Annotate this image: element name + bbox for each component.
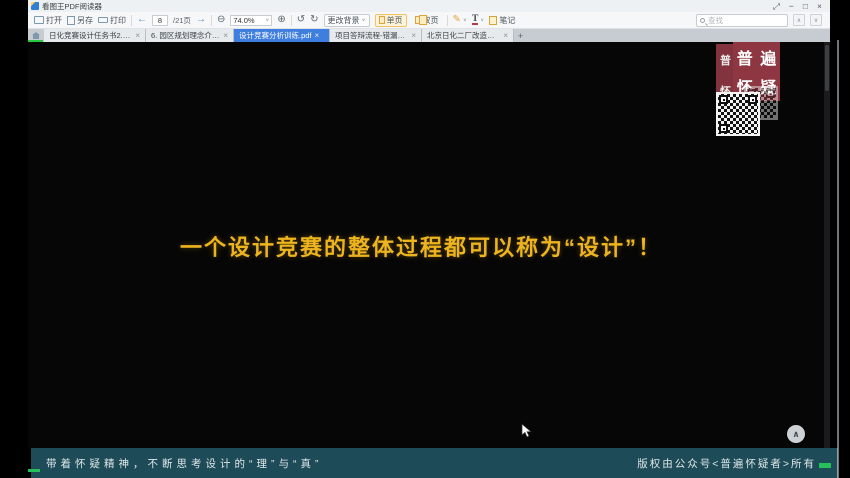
vertical-scrollbar[interactable]: [824, 42, 830, 448]
tab-close-icon[interactable]: ×: [135, 31, 140, 40]
chevron-down-icon: ∨: [361, 17, 366, 23]
single-page-button[interactable]: 单页: [374, 13, 407, 27]
rotate-left-button[interactable]: ↺: [297, 15, 305, 25]
tab-label: 设计竞赛分析训练.pdf: [239, 31, 312, 40]
rotate-right-button[interactable]: ↻: [310, 15, 318, 25]
save-as-label: 另存: [77, 15, 93, 25]
zoom-in-button[interactable]: ⊕: [277, 15, 285, 25]
home-tab-button[interactable]: [28, 29, 44, 42]
search-next-button[interactable]: ∨: [810, 14, 822, 26]
print-button[interactable]: 打印: [98, 15, 126, 26]
watermark-char: 普: [736, 50, 753, 68]
save-as-button[interactable]: 另存: [67, 15, 93, 26]
tab-document-3-active[interactable]: 设计竞赛分析训练.pdf ×: [234, 29, 330, 42]
text-tool-icon: T: [471, 14, 479, 25]
toolbar-separator: [210, 14, 212, 26]
scrollbar-thumb[interactable]: [825, 45, 829, 91]
text-tool-button[interactable]: T ∨: [471, 14, 485, 25]
single-page-label: 单页: [386, 15, 403, 25]
printer-icon: [98, 17, 108, 23]
note-label: 笔记: [499, 15, 516, 25]
titlebar: 看图王PDF阅读器 ⤢ − □ ×: [28, 0, 830, 12]
green-corner-mark: [28, 469, 40, 472]
zoom-level-dropdown[interactable]: 74.0% ∨: [230, 14, 273, 26]
tab-document-2[interactable]: 6. 园区规划理念介绍(1).pdf ×: [146, 29, 234, 42]
close-icon[interactable]: ×: [817, 1, 822, 11]
tab-label: 日化竞赛设计任务书2.0 (2019...: [49, 31, 132, 40]
tab-label: 6. 园区规划理念介绍(1).pdf: [151, 31, 220, 40]
save-icon: [67, 15, 75, 25]
page-number-input[interactable]: 8: [152, 14, 168, 26]
tab-close-icon[interactable]: ×: [315, 31, 320, 40]
note-icon: [489, 15, 498, 25]
tab-label: 项目答辩流程-错漏环程奥.pdf: [335, 31, 408, 40]
green-cursor-mark: [819, 462, 831, 468]
change-background-button[interactable]: 更改背景 ∨: [323, 13, 370, 27]
screen-edge-line: [837, 40, 839, 478]
highlighter-tool-button[interactable]: ✎ ∨: [453, 15, 467, 25]
toolbar-separator: [131, 14, 132, 26]
chevron-down-icon: ∨: [265, 17, 270, 23]
app-logo-icon: [31, 2, 39, 10]
slide-title-text: 一个设计竞赛的整体过程都可以称为“设计”！: [179, 235, 662, 260]
toolbar: 打开 另存 打印 ← 8 /21页 → ⊖ 74.0% ∨ ⊕ ↺ ↻ 更改背景…: [28, 12, 830, 29]
note-button[interactable]: 笔记: [489, 15, 515, 26]
scroll-to-top-button[interactable]: ∧: [787, 425, 805, 443]
double-page-icon: [414, 15, 427, 25]
open-button[interactable]: 打开: [34, 15, 62, 26]
fullscreen-icon[interactable]: ⤢: [773, 1, 780, 11]
tab-label: 北京日化二厂改造设计——课...: [427, 31, 500, 40]
pen-icon: ✎: [452, 14, 461, 25]
motto-text: 带着怀疑精神，不断思考设计的“理”与“真”: [46, 457, 323, 470]
zoom-level-value: 74.0%: [233, 15, 255, 25]
change-background-label: 更改背景: [327, 15, 360, 25]
tabbar: 日化竞赛设计任务书2.0 (2019... × 6. 园区规划理念介绍(1).p…: [28, 29, 830, 42]
double-page-button[interactable]: 双页: [412, 14, 442, 27]
zoom-out-button[interactable]: ⊖: [217, 15, 225, 25]
watermark-char: 普: [720, 54, 731, 67]
copyright-label: 版权由公众号<普遍怀疑者>所有: [637, 457, 816, 470]
toolbar-separator: [446, 14, 448, 26]
tab-close-icon[interactable]: ×: [411, 31, 416, 40]
search-previous-button[interactable]: ∧: [793, 14, 805, 26]
toolbar-separator: [290, 14, 292, 26]
maximize-icon[interactable]: □: [803, 1, 808, 11]
channel-watermark: 普 遍 怀 疑 普 遍 怀 疑: [716, 42, 806, 142]
copyright-text: 版权由公众号<普遍怀疑者>所有: [637, 456, 831, 471]
folder-icon: [34, 16, 44, 24]
open-label: 打开: [46, 15, 62, 25]
search-input[interactable]: [708, 15, 784, 25]
pdf-reader-window: 看图王PDF阅读器 ⤢ − □ × 打开 另存 打印 ← 8 /21页 → ⊖ …: [28, 0, 830, 448]
minimize-icon[interactable]: −: [789, 1, 794, 11]
mouse-cursor: [521, 423, 532, 438]
tab-close-icon[interactable]: ×: [503, 31, 508, 40]
document-page: 一个设计竞赛的整体过程都可以称为“设计”！ 普 遍 怀 疑 普 遍 怀 疑: [28, 42, 830, 448]
next-page-button[interactable]: →: [196, 15, 206, 25]
search-icon: [700, 17, 705, 23]
chevron-down-icon: ∨: [462, 17, 467, 23]
qr-code: [716, 92, 760, 136]
tab-close-icon[interactable]: ×: [223, 31, 228, 40]
new-tab-button[interactable]: +: [514, 29, 527, 42]
watermark-char: 遍: [760, 50, 777, 68]
search-box: [696, 13, 788, 27]
previous-page-button[interactable]: ←: [137, 15, 147, 25]
home-icon: [32, 32, 40, 39]
tab-document-5[interactable]: 北京日化二厂改造设计——课... ×: [422, 29, 514, 42]
page-total-label: /21页: [173, 15, 191, 25]
single-page-icon: [378, 16, 385, 24]
lecture-status-bar: 带着怀疑精神，不断思考设计的“理”与“真” 版权由公众号<普遍怀疑者>所有: [31, 448, 838, 478]
tab-document-1[interactable]: 日化竞赛设计任务书2.0 (2019... ×: [44, 29, 146, 42]
chevron-down-icon: ∨: [480, 17, 485, 23]
print-label: 打印: [110, 15, 126, 25]
tab-document-4[interactable]: 项目答辩流程-错漏环程奥.pdf ×: [330, 29, 422, 42]
window-controls: ⤢ − □ ×: [773, 1, 822, 11]
app-title: 看图王PDF阅读器: [42, 1, 102, 11]
